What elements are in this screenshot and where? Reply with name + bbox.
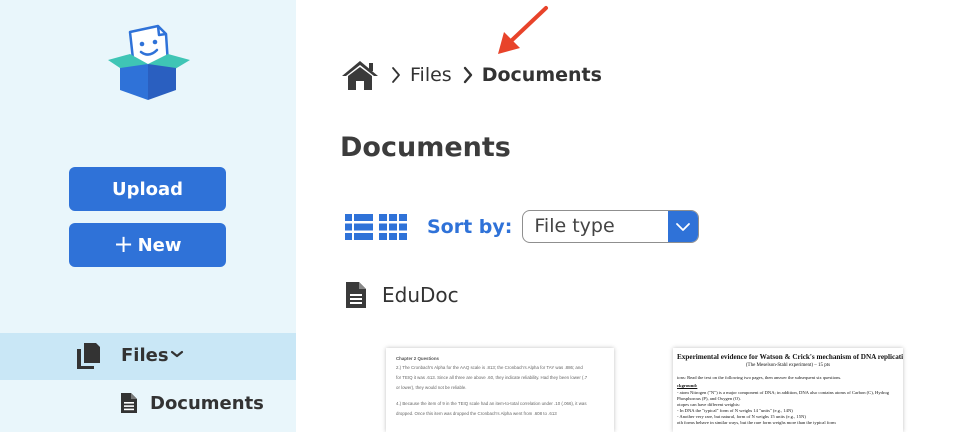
logo-icon: [108, 24, 190, 100]
page-title: Documents: [340, 132, 511, 163]
thumbnail-text-line: 2.) The Cronbach's Alpha for the AAQ sca…: [396, 365, 583, 370]
new-button[interactable]: + New: [69, 223, 226, 267]
upload-button-label: Upload: [111, 178, 184, 200]
sort-label: Sort by:: [427, 215, 513, 238]
chevron-down-icon[interactable]: [170, 349, 184, 359]
document-icon: [346, 282, 366, 308]
thumbnail-text-line: 4.) Because the item of 9 in the TEIQ sc…: [396, 401, 587, 406]
new-button-label: New: [137, 234, 182, 256]
grid-view-icon[interactable]: [379, 213, 407, 240]
annotation-arrow-icon: [498, 6, 548, 54]
document-thumbnail[interactable]: Experimental evidence for Watson & Crick…: [673, 348, 903, 432]
home-icon[interactable]: [340, 59, 380, 91]
thumbnail-subtitle: (The Meselson-Stahl experiment) – 15 pts: [745, 363, 831, 368]
sort-select-toggle[interactable]: [668, 211, 699, 242]
thumbnail-text-line: - Another very rare, but natural, form o…: [677, 414, 806, 419]
sidebar-item-documents-label: Documents: [150, 393, 264, 414]
sidebar-item-files-label: Files: [121, 345, 169, 366]
plus-icon: +: [113, 229, 134, 258]
thumbnail-text-line: dropped. Once this item was dropped the …: [396, 411, 557, 416]
sidebar-item-documents[interactable]: Documents: [0, 392, 296, 432]
document-icon: [121, 393, 137, 413]
thumbnail-text-line: ckground:: [677, 383, 698, 388]
breadcrumb: Files Documents: [340, 58, 602, 92]
thumbnail-text-line: otopes can have different weights:: [677, 402, 740, 407]
thumbnail-heading: Experimental evidence for Watson & Crick…: [677, 353, 903, 361]
files-icon: [77, 343, 100, 369]
document-thumbnail[interactable]: Chapter 2 Questions 2.) The Cronbach's A…: [386, 348, 614, 432]
sort-select[interactable]: File type: [522, 210, 700, 243]
sidebar-item-files[interactable]: Files: [0, 333, 296, 380]
thumbnail-text-line: or lower), they would not be reliable.: [396, 385, 467, 390]
document-entry-label: EduDoc: [382, 283, 459, 307]
breadcrumb-files-link[interactable]: Files: [410, 64, 452, 86]
sidebar: Upload + New Files Documents: [0, 0, 296, 432]
upload-button[interactable]: Upload: [69, 167, 226, 211]
breadcrumb-current: Documents: [481, 64, 602, 86]
list-view-icon[interactable]: [345, 213, 373, 240]
view-sort-toolbar: Sort by: File type: [345, 210, 700, 243]
thumbnail-text-line: - atom Nitrogen ("N") is a major compone…: [677, 390, 890, 395]
thumbnail-heading: Chapter 2 Questions: [396, 356, 439, 361]
chevron-right-icon: [463, 66, 472, 84]
thumbnail-text-line: ions: Read the text on the following two…: [677, 375, 842, 380]
sort-select-value: File type: [534, 215, 615, 237]
thumbnail-text-line: oth forms behave in similar ways, but th…: [677, 420, 836, 425]
chevron-down-icon: [676, 222, 691, 231]
chevron-right-icon: [392, 67, 400, 83]
thumbnail-text-line: for TEIQ it was .613. Since all three ar…: [396, 375, 588, 380]
document-entry[interactable]: EduDoc: [346, 282, 459, 308]
thumbnail-text-line: Phosphorous (P), and Oxygen (O).: [677, 396, 741, 401]
thumbnail-text-line: - In DNA the "typical" form of N weighs …: [677, 408, 793, 413]
